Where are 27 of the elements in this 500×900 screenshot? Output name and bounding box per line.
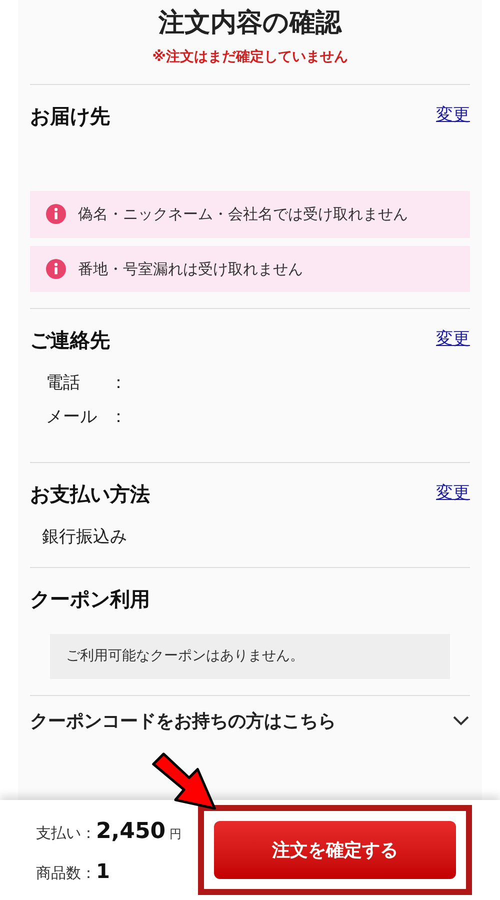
total-amount: 2,450 [96,818,166,846]
currency-unit: 円 [170,826,182,842]
alert-text: 偽名・ニックネーム・会社名では受け取れません [78,204,408,225]
coupon-message: ご利用可能なクーポンはありません。 [50,634,450,678]
field-colon: ： [110,406,127,428]
change-link[interactable]: 変更 [436,481,470,507]
section-title: ご連絡先 [30,327,110,354]
payment-method: 銀行振込み [41,526,128,549]
change-link[interactable]: 変更 [436,103,470,129]
warning-notice: ※注文はまだ確定していません [152,48,348,67]
pointer-arrow [150,752,218,812]
confirm-order-button[interactable]: 注文を確定する [214,821,456,879]
field-label: メール [46,406,98,428]
item-count: 1 [96,858,110,884]
page-title: 注文内容の確認 [158,7,342,40]
alert-text: 番地・号室漏れは受け取れません [78,258,303,280]
payment-label: 支払い： [36,822,96,844]
info-icon [46,258,66,279]
field-label: 電話 [46,372,81,395]
section-title: お届け先 [30,103,110,130]
section-title: お支払い方法 [30,481,150,508]
change-link[interactable]: 変更 [436,327,470,353]
field-colon: ： [110,372,127,395]
item-count-label: 商品数： [36,862,96,884]
info-icon [46,204,66,224]
section-title: クーポン利用 [30,586,150,612]
coupon-code-toggle[interactable]: クーポンコードをお持ちの方はこちら [30,694,470,746]
